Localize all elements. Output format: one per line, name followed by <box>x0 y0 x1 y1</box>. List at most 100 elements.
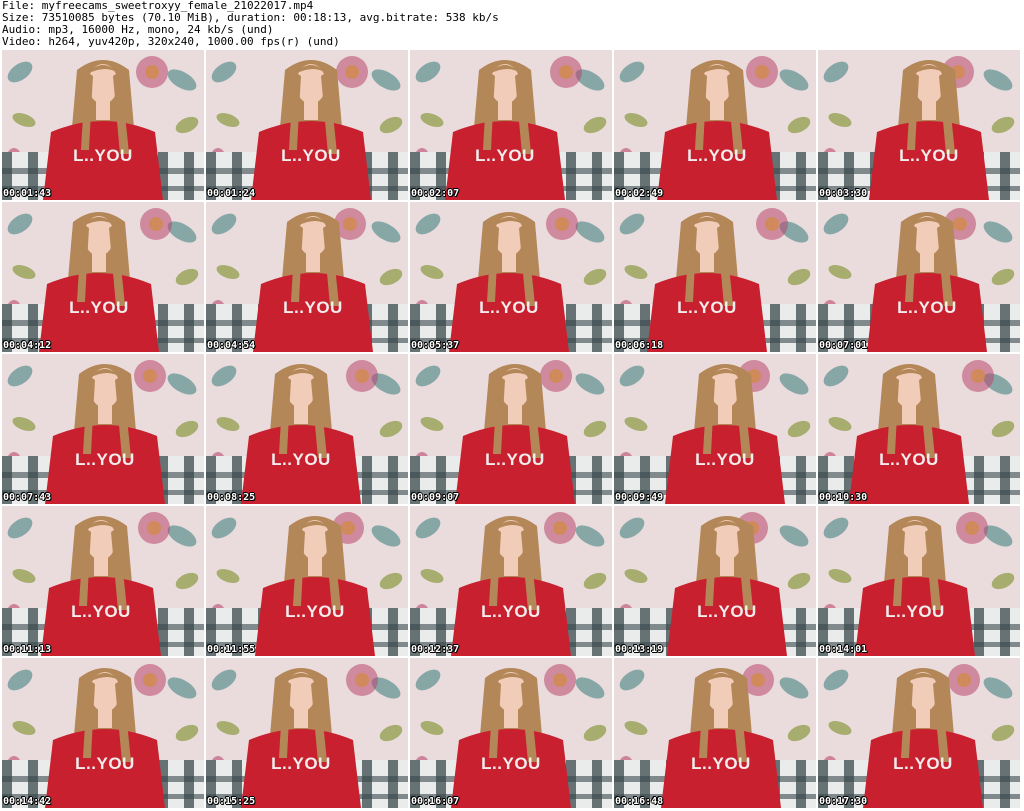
frame-timestamp: 00:07:43 <box>3 492 52 503</box>
video-frame-thumbnail: L..YOU 00:06:18 <box>614 202 816 352</box>
sweater-print-text: L..YOU <box>677 298 737 317</box>
sweater-print-text: L..YOU <box>481 754 541 773</box>
frame-timestamp: 00:06:18 <box>615 340 664 351</box>
frame-timestamp: 00:07:01 <box>819 340 868 351</box>
frame-timestamp: 00:01:24 <box>207 188 256 199</box>
frame-timestamp: 00:04:54 <box>207 340 256 351</box>
frame-timestamp: 00:10:30 <box>819 492 868 503</box>
video-frame-thumbnail: L..YOU 00:11:13 <box>2 506 204 656</box>
video-frame-thumbnail: L..YOU 00:02:07 <box>410 50 612 200</box>
video-frame-thumbnail: L..YOU 00:14:42 <box>2 658 204 808</box>
frame-image <box>818 506 1020 656</box>
video-frame-thumbnail: L..YOU 00:14:01 <box>818 506 1020 656</box>
frame-timestamp: 00:16:07 <box>411 796 460 807</box>
sweater-print-text: L..YOU <box>897 298 957 317</box>
frame-timestamp: 00:13:19 <box>615 644 664 655</box>
frame-image <box>614 354 816 504</box>
frame-timestamp: 00:03:30 <box>819 188 868 199</box>
frame-image <box>2 506 204 656</box>
sweater-print-text: L..YOU <box>893 754 953 773</box>
sweater-print-text: L..YOU <box>695 450 755 469</box>
sweater-print-text: L..YOU <box>899 146 959 165</box>
video-frame-thumbnail: L..YOU 00:10:30 <box>818 354 1020 504</box>
sweater-print-text: L..YOU <box>75 754 135 773</box>
video-frame-thumbnail: L..YOU 00:01:43 <box>2 50 204 200</box>
frame-image <box>614 50 816 200</box>
frame-timestamp: 00:02:07 <box>411 188 460 199</box>
sweater-print-text: L..YOU <box>69 298 129 317</box>
video-frame-thumbnail: L..YOU 00:09:07 <box>410 354 612 504</box>
video-frame-thumbnail: L..YOU 00:12:37 <box>410 506 612 656</box>
sweater-print-text: L..YOU <box>271 754 331 773</box>
video-frame-thumbnail: L..YOU 00:07:01 <box>818 202 1020 352</box>
sweater-print-text: L..YOU <box>879 450 939 469</box>
frame-image <box>410 202 612 352</box>
frame-timestamp: 00:11:13 <box>3 644 52 655</box>
frame-image <box>818 658 1020 808</box>
frame-timestamp: 00:09:49 <box>615 492 664 503</box>
sweater-print-text: L..YOU <box>283 298 343 317</box>
frame-image <box>2 50 204 200</box>
frame-timestamp: 00:16:48 <box>615 796 664 807</box>
sweater-print-text: L..YOU <box>687 146 747 165</box>
sweater-print-text: L..YOU <box>475 146 535 165</box>
frame-image <box>206 506 408 656</box>
video-frame-thumbnail: L..YOU 00:16:07 <box>410 658 612 808</box>
thumbnail-grid: L..YOU 00:01:43 L..YOU 00:01:24 L..YOU 00:02:… <box>2 50 1020 808</box>
frame-image <box>2 658 204 808</box>
sweater-print-text: L..YOU <box>73 146 133 165</box>
frame-image <box>818 354 1020 504</box>
frame-image <box>206 658 408 808</box>
frame-timestamp: 00:09:07 <box>411 492 460 503</box>
video-frame-thumbnail: L..YOU 00:17:30 <box>818 658 1020 808</box>
video-frame-thumbnail: L..YOU 00:09:49 <box>614 354 816 504</box>
frame-image <box>206 202 408 352</box>
sweater-print-text: L..YOU <box>271 450 331 469</box>
video-frame-thumbnail: L..YOU 00:16:48 <box>614 658 816 808</box>
frame-image <box>2 202 204 352</box>
frame-image <box>614 506 816 656</box>
frame-timestamp: 00:14:42 <box>3 796 52 807</box>
frame-image <box>614 658 816 808</box>
video-frame-thumbnail: L..YOU 00:05:37 <box>410 202 612 352</box>
frame-image <box>2 354 204 504</box>
frame-image <box>206 50 408 200</box>
sweater-print-text: L..YOU <box>485 450 545 469</box>
video-frame-thumbnail: L..YOU 00:11:55 <box>206 506 408 656</box>
frame-image <box>410 658 612 808</box>
sweater-print-text: L..YOU <box>885 602 945 621</box>
sweater-print-text: L..YOU <box>285 602 345 621</box>
frame-image <box>410 50 612 200</box>
video-frame-thumbnail: L..YOU 00:15:25 <box>206 658 408 808</box>
sweater-print-text: L..YOU <box>481 602 541 621</box>
video-frame-thumbnail: L..YOU 00:01:24 <box>206 50 408 200</box>
video-frame-thumbnail: L..YOU 00:04:12 <box>2 202 204 352</box>
frame-timestamp: 00:05:37 <box>411 340 460 351</box>
frame-timestamp: 00:02:49 <box>615 188 664 199</box>
sweater-print-text: L..YOU <box>691 754 751 773</box>
frame-image <box>818 202 1020 352</box>
frame-image <box>206 354 408 504</box>
sweater-print-text: L..YOU <box>71 602 131 621</box>
sweater-print-text: L..YOU <box>75 450 135 469</box>
sweater-print-text: L..YOU <box>281 146 341 165</box>
video-frame-thumbnail: L..YOU 00:02:49 <box>614 50 816 200</box>
sweater-print-text: L..YOU <box>479 298 539 317</box>
sweater-print-text: L..YOU <box>697 602 757 621</box>
frame-image <box>614 202 816 352</box>
frame-timestamp: 00:11:55 <box>207 644 256 655</box>
video-frame-thumbnail: L..YOU 00:03:30 <box>818 50 1020 200</box>
frame-timestamp: 00:15:25 <box>207 796 256 807</box>
frame-timestamp: 00:12:37 <box>411 644 460 655</box>
frame-image <box>410 506 612 656</box>
video-frame-thumbnail: L..YOU 00:08:25 <box>206 354 408 504</box>
video-frame-thumbnail: L..YOU 00:04:54 <box>206 202 408 352</box>
file-info-header: File: myfreecams_sweetroxyy_female_21022… <box>2 0 1022 50</box>
video-frame-thumbnail: L..YOU 00:07:43 <box>2 354 204 504</box>
frame-timestamp: 00:01:43 <box>3 188 52 199</box>
video-info-line: Video: h264, yuv420p, 320x240, 1000.00 f… <box>2 35 340 48</box>
video-frame-thumbnail: L..YOU 00:13:19 <box>614 506 816 656</box>
frame-image <box>410 354 612 504</box>
frame-timestamp: 00:14:01 <box>819 644 868 655</box>
frame-timestamp: 00:08:25 <box>207 492 256 503</box>
